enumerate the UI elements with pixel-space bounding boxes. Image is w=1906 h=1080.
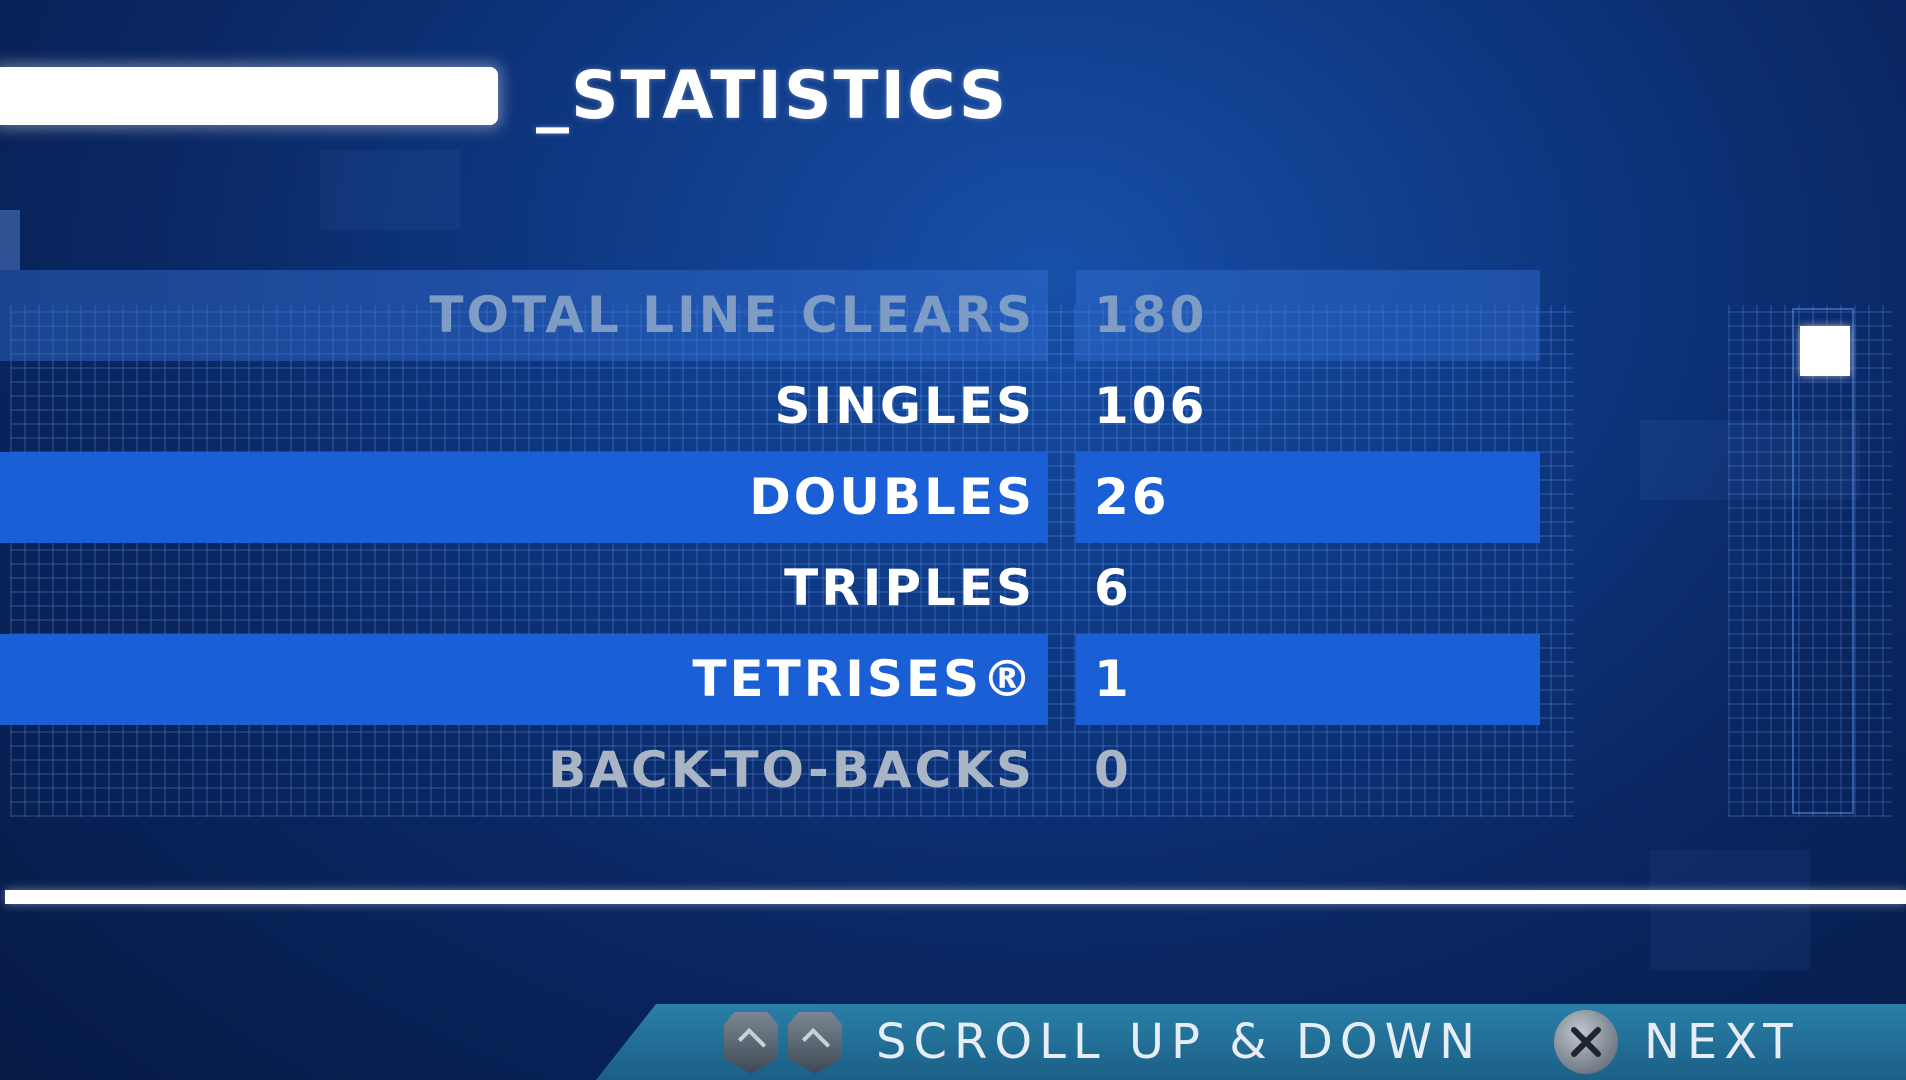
scrollbar-track[interactable]: [1792, 308, 1854, 814]
footer-divider: [5, 890, 1906, 904]
cross-button-icon[interactable]: [1554, 1010, 1618, 1074]
background-block: [320, 150, 460, 230]
stat-row-back-to-backs: BACK-TO-BACKS 0: [0, 725, 1540, 816]
title-accent-bar: [0, 67, 498, 125]
stat-row-tetrises: TETRISES® 1: [0, 634, 1540, 725]
stat-label: TOTAL LINE CLEARS: [429, 286, 1035, 344]
stat-row-singles: SINGLES 106: [0, 361, 1540, 452]
row-value-background: [1076, 543, 1540, 634]
stat-value: 106: [1094, 377, 1208, 435]
background-block: [0, 210, 20, 270]
stat-value: 180: [1094, 286, 1208, 344]
stat-value: 0: [1094, 741, 1132, 799]
stats-table: TOTAL LINE CLEARS 180 SINGLES 106 DOUBLE…: [0, 270, 1540, 816]
next-button-label[interactable]: NEXT: [1644, 1004, 1800, 1080]
stat-label: TETRISES®: [692, 650, 1035, 708]
stat-value: 1: [1094, 650, 1132, 708]
row-value-background: [1076, 634, 1540, 725]
scrollbar-thumb[interactable]: [1800, 326, 1850, 376]
scroll-hint-label: SCROLL UP & DOWN: [876, 1014, 1482, 1070]
stat-label: TRIPLES: [784, 559, 1035, 617]
stat-value: 26: [1094, 468, 1170, 526]
background-block: [1650, 850, 1810, 970]
stat-row-total-line-clears: TOTAL LINE CLEARS 180: [0, 270, 1540, 361]
stat-label: DOUBLES: [749, 468, 1035, 526]
row-value-background: [1076, 725, 1540, 816]
cross-glyph-icon: [1571, 1027, 1601, 1057]
stat-value: 6: [1094, 559, 1132, 617]
page-title: _STATISTICS: [536, 57, 1009, 134]
stat-label: SINGLES: [774, 377, 1035, 435]
stat-row-doubles: DOUBLES 26: [0, 452, 1540, 543]
stat-row-triples: TRIPLES 6: [0, 543, 1540, 634]
stat-label: BACK-TO-BACKS: [548, 741, 1035, 799]
